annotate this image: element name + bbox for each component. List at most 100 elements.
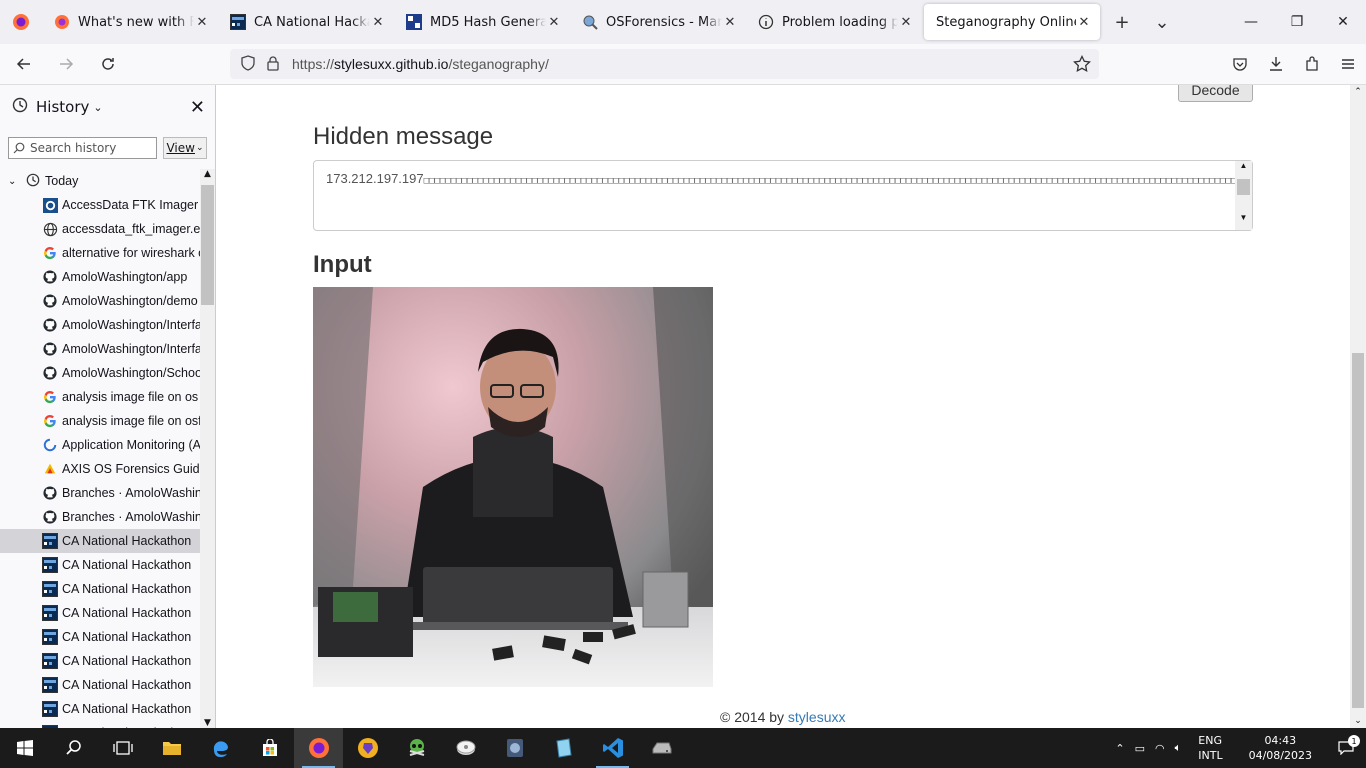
textarea-scrollbar[interactable]: ▲ ▼ xyxy=(1235,161,1252,230)
notification-center-icon[interactable]: 1 xyxy=(1326,735,1366,755)
close-window-button[interactable]: ✕ xyxy=(1320,0,1366,44)
history-item[interactable]: Branches · AmoloWashing xyxy=(0,505,200,529)
twisty-down-icon[interactable]: ⌄ xyxy=(8,176,20,187)
extensions-icon[interactable] xyxy=(1294,56,1330,72)
history-group-today[interactable]: ⌄ Today xyxy=(0,169,200,193)
scroll-up-arrow-icon[interactable]: ▲ xyxy=(200,169,215,179)
tab-strip: What's new with Firefo✕CA National Hacka… xyxy=(0,0,1366,44)
scroll-down-arrow-icon[interactable]: ▼ xyxy=(1235,213,1252,222)
volume-icon[interactable]: 🔈︎ xyxy=(1170,741,1187,755)
scroll-up-arrow-icon[interactable]: ▲ xyxy=(1235,161,1252,170)
scroll-down-arrow-icon[interactable]: ▼ xyxy=(200,718,215,728)
history-item[interactable]: CA National Hackathon xyxy=(0,673,200,697)
tab-close-icon[interactable]: ✕ xyxy=(722,15,738,30)
history-item[interactable]: CA National Hackathon xyxy=(0,553,200,577)
pocket-icon[interactable] xyxy=(1222,56,1258,72)
history-item[interactable]: CA National Hackathon xyxy=(0,529,200,553)
history-item[interactable]: alternative for wireshark o xyxy=(0,241,200,265)
taskbar-store-icon[interactable] xyxy=(245,728,294,768)
shield-icon[interactable] xyxy=(240,54,256,74)
clock[interactable]: 04:43 04/08/2023 xyxy=(1235,733,1326,763)
sidebar-close-icon[interactable]: ✕ xyxy=(190,97,205,118)
sidebar-scrollbar[interactable]: ▲ ▼ xyxy=(200,169,215,728)
tray-overflow-chevron-icon[interactable]: ⌃ xyxy=(1110,742,1129,755)
history-item[interactable]: CA National Hackathon xyxy=(0,721,200,728)
back-button[interactable] xyxy=(6,48,42,80)
tab-close-icon[interactable]: ✕ xyxy=(546,15,562,30)
history-item[interactable]: AmoloWashington/Interfa xyxy=(0,337,200,361)
history-item[interactable]: AXIS OS Forensics Guide U xyxy=(0,457,200,481)
history-item[interactable]: CA National Hackathon xyxy=(0,649,200,673)
page-scrollbar[interactable]: ⌃ ⌄ xyxy=(1350,85,1366,728)
restore-button[interactable]: ❐ xyxy=(1274,0,1320,44)
tab-close-icon[interactable]: ✕ xyxy=(194,15,210,30)
history-item-label: CA National Hackathon xyxy=(62,702,192,716)
scroll-down-arrow-icon[interactable]: ⌄ xyxy=(1350,716,1366,726)
new-tab-button[interactable]: + xyxy=(1102,0,1142,44)
browser-tab[interactable]: MD5 Hash Generator✕ xyxy=(394,0,570,44)
textarea-scroll-thumb[interactable] xyxy=(1237,179,1250,195)
bookmark-star-icon[interactable] xyxy=(1073,54,1091,76)
page-scroll-thumb[interactable] xyxy=(1352,353,1364,708)
history-item[interactable]: Branches · AmoloWashing xyxy=(0,481,200,505)
history-item[interactable]: Application Monitoring (A xyxy=(0,433,200,457)
taskbar-notepad-icon[interactable] xyxy=(539,728,588,768)
browser-tab[interactable]: Problem loading page✕ xyxy=(746,0,922,44)
browser-tab[interactable]: OSForensics - Manage✕ xyxy=(570,0,746,44)
downloads-icon[interactable] xyxy=(1258,56,1294,72)
firefox-menu-icon[interactable] xyxy=(0,0,42,44)
search-history-input[interactable]: Search history xyxy=(8,137,157,159)
browser-tab[interactable]: Steganography Online ✕ xyxy=(924,4,1100,40)
taskbar-disk-tool-icon[interactable] xyxy=(441,728,490,768)
taskbar-brave-icon[interactable] xyxy=(343,728,392,768)
taskbar-start-icon[interactable] xyxy=(0,728,49,768)
lock-icon[interactable] xyxy=(266,55,280,74)
forward-button[interactable] xyxy=(48,48,84,80)
url-text[interactable]: https://stylesuxx.github.io/steganograph… xyxy=(292,56,549,72)
browser-tab[interactable]: CA National Hackatho✕ xyxy=(218,0,394,44)
history-item-label: Branches · AmoloWashing xyxy=(62,510,200,524)
history-item[interactable]: AmoloWashington/Interfa xyxy=(0,313,200,337)
taskbar-skull-app-icon[interactable] xyxy=(392,728,441,768)
history-item[interactable]: AmoloWashington/app xyxy=(0,265,200,289)
history-item[interactable]: AmoloWashington/demo xyxy=(0,289,200,313)
history-item[interactable]: analysis image file on osfc xyxy=(0,409,200,433)
taskbar-task-view-icon[interactable] xyxy=(98,728,147,768)
history-item[interactable]: CA National Hackathon xyxy=(0,601,200,625)
taskbar-osforensics-icon[interactable] xyxy=(490,728,539,768)
taskbar-search-icon[interactable] xyxy=(49,728,98,768)
scroll-up-arrow-icon[interactable]: ⌃ xyxy=(1350,87,1366,97)
browser-tab[interactable]: What's new with Firefo✕ xyxy=(42,0,218,44)
tab-close-icon[interactable]: ✕ xyxy=(898,15,914,30)
tab-close-icon[interactable]: ✕ xyxy=(370,15,386,30)
sidebar-switcher-chevron-icon[interactable]: ⌄ xyxy=(93,101,102,114)
footer-author-link[interactable]: stylesuxx xyxy=(788,709,846,725)
battery-icon[interactable]: ▭ xyxy=(1130,742,1150,755)
list-tabs-chevron-icon[interactable]: ⌄ xyxy=(1142,0,1182,44)
history-item[interactable]: AmoloWashington/Schoo xyxy=(0,361,200,385)
taskbar-firefox-icon[interactable] xyxy=(294,728,343,768)
url-bar[interactable]: https://stylesuxx.github.io/steganograph… xyxy=(230,49,1099,79)
taskbar-drive-icon[interactable] xyxy=(637,728,686,768)
decode-button[interactable]: Decode xyxy=(1178,85,1253,102)
hidden-message-textarea[interactable]: 173.212.197.197□□□□□□□□□□□□□□□□□□□□□□□□□… xyxy=(313,160,1253,231)
sidebar-title[interactable]: History xyxy=(36,98,89,116)
taskbar-file-explorer-icon[interactable] xyxy=(147,728,196,768)
history-item[interactable]: CA National Hackathon xyxy=(0,577,200,601)
history-item[interactable]: CA National Hackathon xyxy=(0,625,200,649)
tab-close-icon[interactable]: ✕ xyxy=(1076,15,1092,30)
minimize-button[interactable]: — xyxy=(1228,0,1274,44)
language-indicator[interactable]: ENG INTL xyxy=(1186,733,1234,763)
sidebar-scroll-thumb[interactable] xyxy=(201,185,214,305)
history-item[interactable]: analysis image file on os f xyxy=(0,385,200,409)
taskbar-vscode-icon[interactable] xyxy=(588,728,637,768)
network-icon[interactable]: ◠ xyxy=(1150,742,1170,755)
clock-icon xyxy=(12,97,28,117)
taskbar-edge-icon[interactable] xyxy=(196,728,245,768)
history-item[interactable]: accessdata_ftk_imager.exe xyxy=(0,217,200,241)
hamburger-menu-icon[interactable] xyxy=(1330,56,1366,72)
history-item[interactable]: AccessData FTK Imager 3.2 xyxy=(0,193,200,217)
view-button[interactable]: View ⌄ xyxy=(163,137,207,159)
reload-button[interactable] xyxy=(90,48,126,80)
history-item[interactable]: CA National Hackathon xyxy=(0,697,200,721)
